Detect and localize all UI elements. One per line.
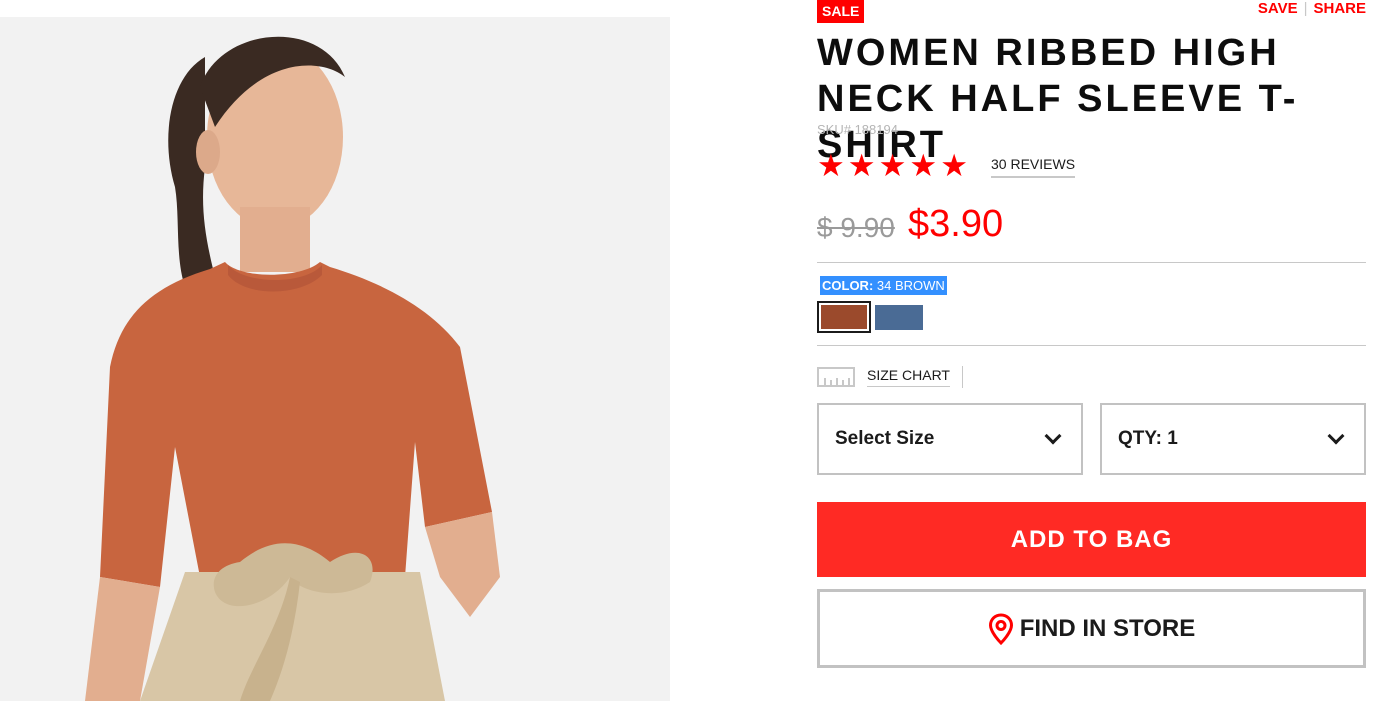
action-separator: | xyxy=(1303,0,1308,17)
star-icon: ★ xyxy=(909,148,938,183)
star-icon: ★ xyxy=(847,148,876,183)
color-value: 34 BROWN xyxy=(876,278,945,293)
color-swatch-brown[interactable] xyxy=(817,301,871,333)
add-to-bag-button[interactable]: ADD TO BAG xyxy=(817,502,1366,577)
quantity-select-label: QTY: 1 xyxy=(1118,428,1178,449)
save-link[interactable]: SAVE xyxy=(1258,0,1298,18)
find-in-store-button[interactable]: FIND IN STORE xyxy=(817,589,1366,668)
size-chart-label: SIZE CHART xyxy=(867,367,950,387)
star-icon: ★ xyxy=(940,148,968,183)
find-in-store-label: FIND IN STORE xyxy=(1019,614,1196,642)
chevron-down-icon xyxy=(1327,427,1345,445)
share-link[interactable]: SHARE xyxy=(1313,0,1366,18)
ruler-icon xyxy=(817,367,855,387)
size-select-label: Select Size xyxy=(835,428,935,449)
rating-stars[interactable]: ★ ★ ★ ★ ★ xyxy=(817,150,968,182)
quantity-select[interactable]: QTY: 1 xyxy=(1100,403,1366,475)
color-swatch-blue[interactable] xyxy=(875,305,923,330)
size-chart-separator xyxy=(961,366,963,388)
sale-badge: SALE xyxy=(817,0,865,23)
color-label: COLOR: xyxy=(822,278,874,293)
reviews-link[interactable]: 30 REVIEWS xyxy=(991,156,1076,178)
product-sku: SKU# 188194 xyxy=(817,122,898,137)
size-select[interactable]: Select Size xyxy=(817,403,1083,475)
star-icon: ★ xyxy=(817,148,845,183)
product-actions: SAVE | SHARE xyxy=(1258,0,1366,18)
star-icon: ★ xyxy=(878,148,907,183)
original-price: $ 9.90 xyxy=(817,212,895,243)
model-photo-illustration xyxy=(0,17,670,701)
size-chart-link[interactable]: SIZE CHART xyxy=(817,366,963,388)
chevron-down-icon xyxy=(1044,427,1062,445)
color-selection-label: COLOR: 34 BROWN xyxy=(820,276,947,295)
sale-price: $3.90 xyxy=(908,203,1004,245)
divider xyxy=(817,345,1366,346)
product-info-panel: SALE SAVE | SHARE WOMEN RIBBED HIGH NECK… xyxy=(817,0,1366,701)
location-pin-icon xyxy=(988,612,1013,645)
divider xyxy=(817,262,1366,263)
product-image[interactable] xyxy=(0,17,670,701)
